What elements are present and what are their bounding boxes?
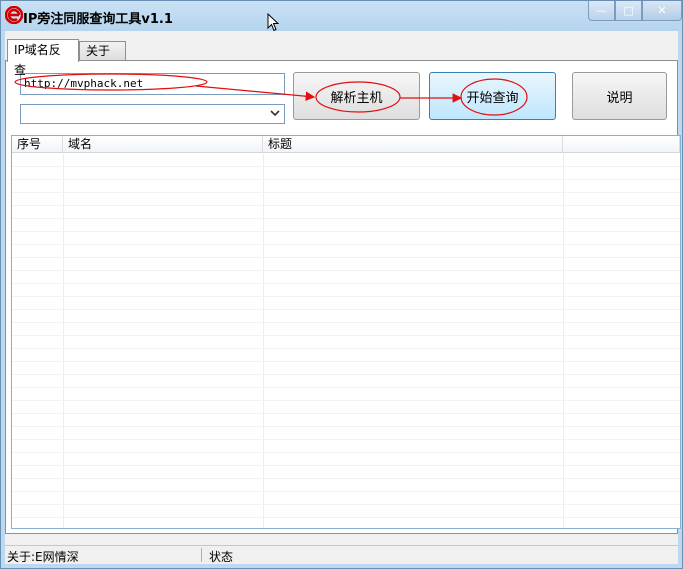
help-button[interactable]: 说明: [572, 72, 667, 120]
empty-row: [12, 297, 680, 310]
empty-row: [12, 479, 680, 492]
tab-ip-domain-lookup[interactable]: IP域名反查: [7, 39, 79, 77]
empty-row: [12, 323, 680, 336]
empty-row: [12, 206, 680, 219]
minimize-button[interactable]: —: [588, 1, 615, 21]
empty-row: [12, 284, 680, 297]
column-header-title[interactable]: 标题: [263, 136, 563, 153]
app-e-logo-icon: [5, 6, 23, 24]
minimize-icon: —: [596, 4, 607, 17]
column-header-index[interactable]: 序号: [12, 136, 63, 153]
empty-row: [12, 466, 680, 479]
parse-host-button[interactable]: 解析主机: [293, 72, 420, 120]
empty-row: [12, 349, 680, 362]
start-query-button[interactable]: 开始查询: [429, 72, 556, 120]
empty-row: [12, 232, 680, 245]
empty-row: [12, 193, 680, 206]
empty-row: [12, 271, 680, 284]
close-button[interactable]: ✕: [642, 1, 682, 21]
empty-row: [12, 453, 680, 466]
results-listview[interactable]: 序号 域名 标题: [11, 135, 681, 529]
column-header-domain[interactable]: 域名: [63, 136, 263, 153]
listview-body: [12, 154, 680, 528]
maximize-button[interactable]: □: [615, 1, 642, 21]
empty-row: [12, 505, 680, 518]
parse-host-label: 解析主机: [330, 90, 383, 106]
empty-row: [12, 375, 680, 388]
empty-row: [12, 362, 680, 375]
empty-row: [12, 414, 680, 427]
empty-row: [12, 167, 680, 180]
empty-row: [12, 258, 680, 271]
empty-row: [12, 245, 680, 258]
empty-row: [12, 427, 680, 440]
chevron-down-icon[interactable]: [270, 107, 280, 119]
empty-row: [12, 310, 680, 323]
start-query-label: 开始查询: [466, 90, 519, 106]
status-bar: 关于:E网情深 状态: [5, 545, 678, 564]
maximize-icon: □: [623, 4, 634, 17]
client-area: IP域名反查 关于 http://mvphack.net 解析主机 开始查询 说…: [5, 31, 681, 564]
empty-row: [12, 388, 680, 401]
host-combo[interactable]: [20, 104, 285, 124]
tab-strip: IP域名反查 关于: [5, 39, 678, 77]
status-text: 状态: [209, 550, 234, 564]
empty-row: [12, 154, 680, 167]
title-bar[interactable]: IP旁注同服查询工具v1.1 — □ ✕: [1, 1, 682, 32]
status-separator: [201, 548, 202, 562]
url-input[interactable]: http://mvphack.net: [20, 73, 285, 95]
empty-row: [12, 401, 680, 414]
listview-header: 序号 域名 标题: [12, 136, 680, 153]
empty-row: [12, 219, 680, 232]
empty-row: [12, 180, 680, 193]
empty-row: [12, 336, 680, 349]
column-header-extra[interactable]: [563, 136, 680, 153]
empty-row: [12, 492, 680, 505]
status-about: 关于:E网情深: [7, 550, 79, 564]
window-title: IP旁注同服查询工具v1.1: [23, 12, 173, 27]
app-window: IP旁注同服查询工具v1.1 — □ ✕ IP域名反查 关于 http://mv…: [0, 0, 683, 569]
empty-row: [12, 440, 680, 453]
tab-about[interactable]: 关于: [79, 41, 126, 61]
help-label: 说明: [606, 90, 633, 106]
mouse-pointer-icon: [267, 13, 279, 32]
close-icon: ✕: [657, 4, 667, 17]
